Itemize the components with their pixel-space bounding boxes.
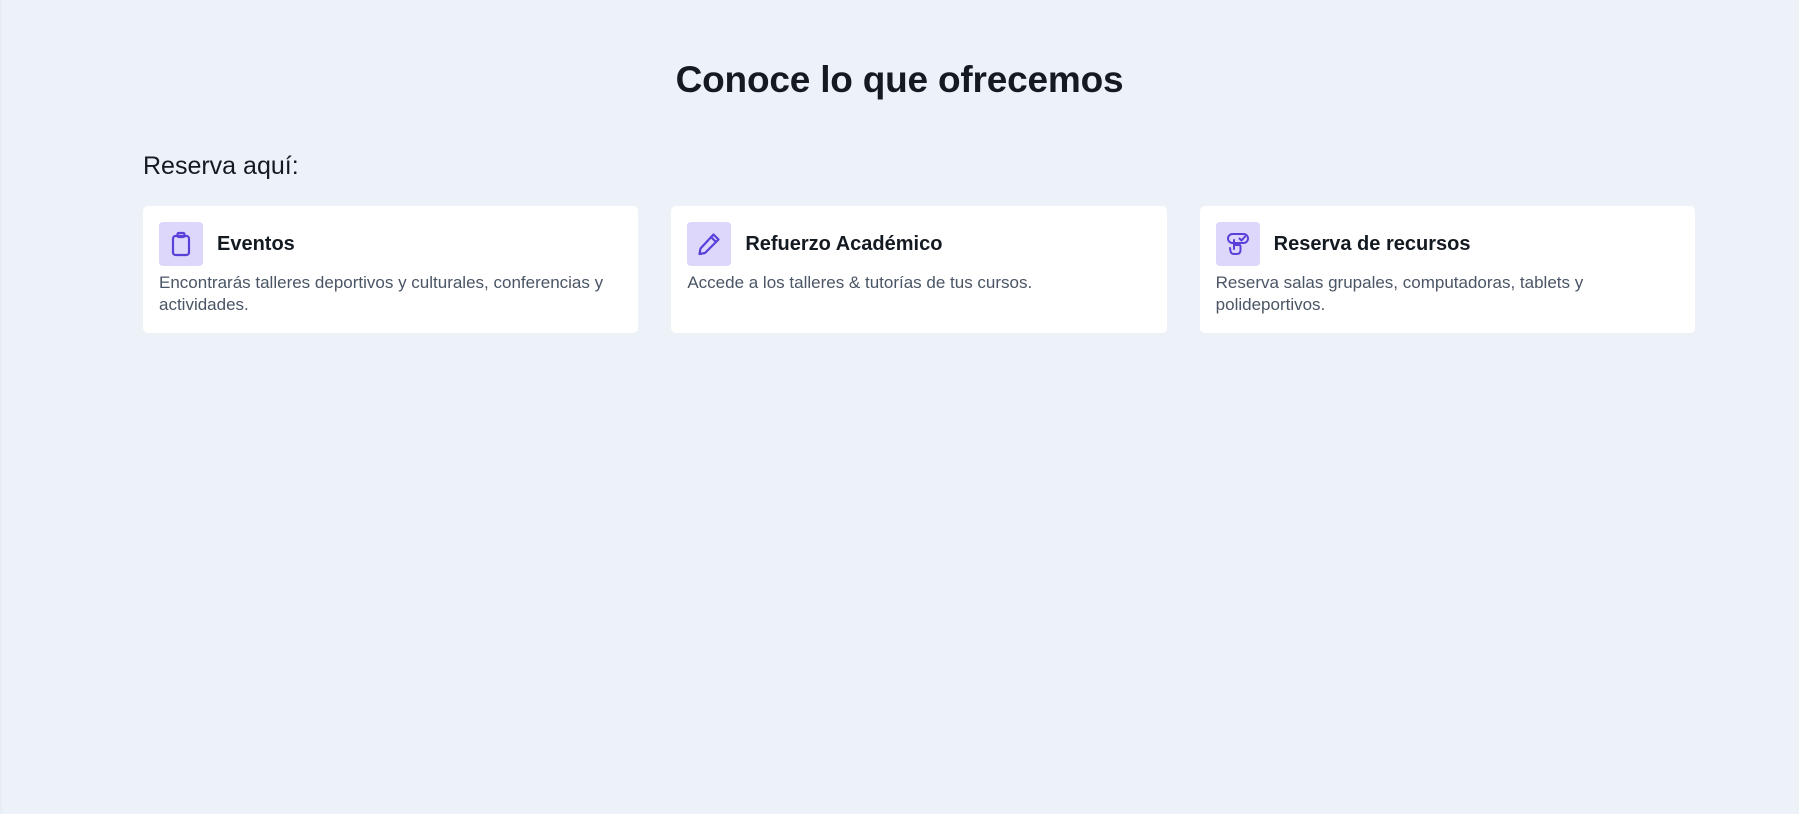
card-reserva-de-recursos[interactable]: Reserva de recursos Reserva salas grupal… <box>1199 206 1695 333</box>
card-description: Encontrarás talleres deportivos y cultur… <box>159 273 604 314</box>
section-subtitle: Reserva aquí: <box>143 152 299 180</box>
card-eventos[interactable]: Eventos Encontrarás talleres deportivos … <box>143 206 639 333</box>
card-title: Refuerzo Académico <box>745 233 943 255</box>
card-header: Eventos <box>159 222 622 266</box>
card-description: Accede a los talleres & tutorías de tus … <box>687 273 1033 292</box>
clipboard-icon <box>159 222 203 266</box>
card-refuerzo-academico[interactable]: Refuerzo Académico Accede a los talleres… <box>671 206 1167 333</box>
card-header: Refuerzo Académico <box>687 222 1150 266</box>
pencil-icon <box>687 222 732 266</box>
card-description: Reserva salas grupales, computadoras, ta… <box>1215 273 1584 314</box>
page-title: Conoce lo que ofrecemos <box>675 59 1124 100</box>
offerings-cards: Eventos Encontrarás talleres deportivos … <box>143 206 1695 333</box>
offerings-section: Conoce lo que ofrecemos Reserva aquí: Ev… <box>0 0 1799 814</box>
card-header: Reserva de recursos <box>1215 222 1679 266</box>
card-title: Reserva de recursos <box>1273 233 1471 255</box>
hand-pointer-check-icon <box>1215 222 1260 266</box>
card-title: Eventos <box>217 233 295 255</box>
